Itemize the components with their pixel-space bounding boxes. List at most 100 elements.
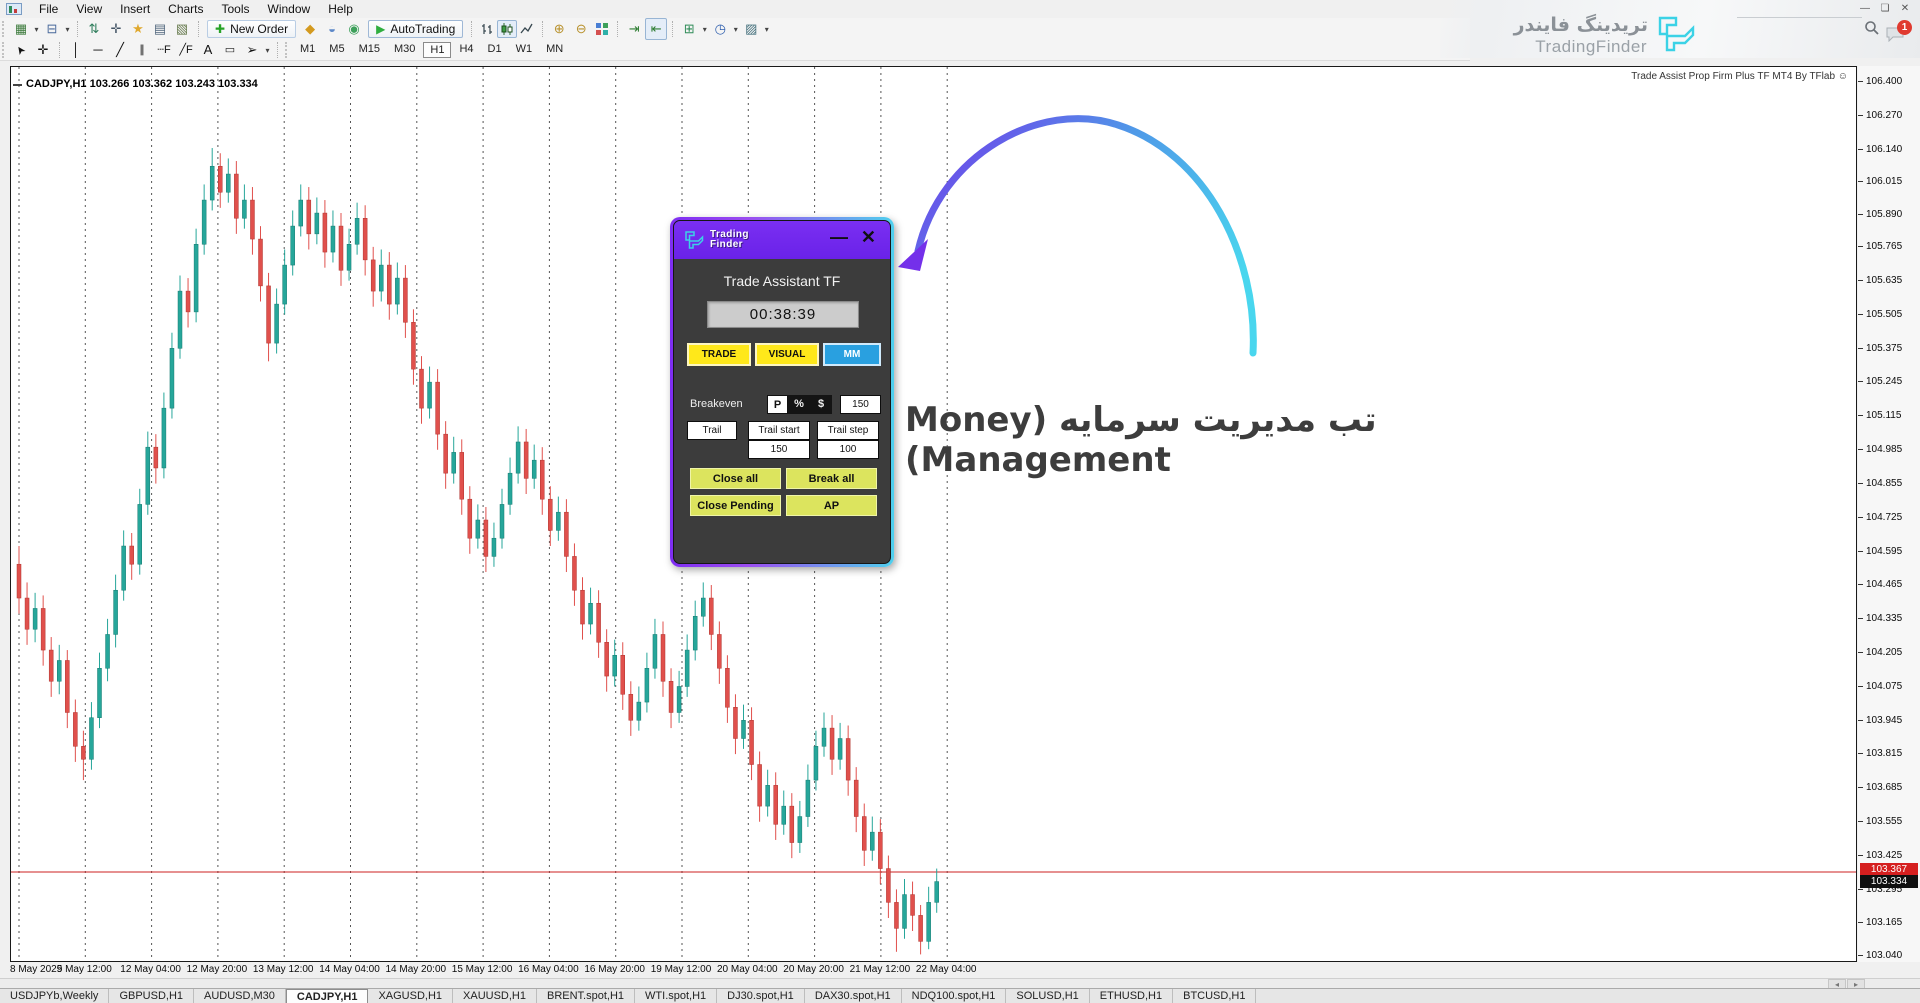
- menu-tools[interactable]: Tools: [213, 0, 259, 18]
- timeframe-m5[interactable]: M5: [323, 42, 350, 58]
- symbol-tab-dax30-spot-h1[interactable]: DAX30.spot,H1: [805, 989, 902, 1003]
- search-icon[interactable]: [1864, 20, 1880, 36]
- metaeditor-icon[interactable]: ◆: [299, 19, 321, 39]
- community-icon[interactable]: ◒: [321, 19, 343, 39]
- autotrading-button[interactable]: ▶ AutoTrading: [368, 20, 463, 38]
- new-order-button[interactable]: ✚ New Order: [207, 20, 296, 38]
- arrows-tool-icon[interactable]: ➢: [241, 40, 263, 60]
- date-axis[interactable]: 8 May 20259 May 12:0012 May 04:0012 May …: [10, 964, 1857, 977]
- smiley-icon[interactable]: ☺: [1838, 71, 1848, 82]
- new-chart-caret-icon[interactable]: ▾: [32, 25, 41, 34]
- signals-icon[interactable]: ◉: [343, 19, 365, 39]
- text-tool-icon[interactable]: A: [197, 40, 219, 60]
- timeframe-h1[interactable]: H1: [423, 42, 451, 58]
- close-all-button[interactable]: Close all: [690, 468, 781, 489]
- indicators-caret-icon[interactable]: ▾: [700, 25, 709, 34]
- timeframe-m30[interactable]: M30: [388, 42, 421, 58]
- data-window-icon[interactable]: ✛: [105, 19, 127, 39]
- chart-area[interactable]: [10, 66, 1857, 962]
- window-minimize-button[interactable]: —: [1856, 3, 1874, 14]
- menu-insert[interactable]: Insert: [111, 0, 159, 18]
- timeframe-m15[interactable]: M15: [353, 42, 386, 58]
- close-pending-button[interactable]: Close Pending: [690, 495, 781, 516]
- channel-tool-icon[interactable]: ∥: [131, 40, 153, 60]
- line-chart-type-icon[interactable]: [517, 20, 537, 38]
- tab-mm[interactable]: MM: [823, 343, 881, 366]
- toolbar-separator: [77, 21, 78, 37]
- templates-icon[interactable]: ▨: [740, 19, 762, 39]
- bar-chart-type-icon[interactable]: [477, 20, 497, 38]
- symbol-tab-usdjpyb-weekly[interactable]: USDJPYb,Weekly: [0, 989, 109, 1003]
- price-axis[interactable]: 106.400106.270106.140106.015105.890105.7…: [1858, 66, 1920, 962]
- trail-start-input[interactable]: 150: [748, 440, 810, 459]
- menu-window[interactable]: Window: [259, 0, 320, 18]
- symbol-tab-wti-spot-h1[interactable]: WTI.spot,H1: [635, 989, 717, 1003]
- panel-minimize-button[interactable]: —: [830, 228, 848, 246]
- symbol-tab-ndq100-spot-h1[interactable]: NDQ100.spot,H1: [902, 989, 1007, 1003]
- chart-scrollbar[interactable]: ◂ ▸: [0, 978, 1920, 988]
- window-close-button[interactable]: ✕: [1896, 3, 1914, 14]
- symbol-tab-gbpusd-h1[interactable]: GBPUSD,H1: [109, 989, 194, 1003]
- arrows-caret-icon[interactable]: ▾: [263, 46, 272, 55]
- zoom-out-icon[interactable]: ⊖: [570, 19, 592, 39]
- tab-visual[interactable]: VISUAL: [755, 343, 819, 366]
- timeframe-h4[interactable]: H4: [453, 42, 479, 58]
- market-watch-icon[interactable]: ⇅: [83, 19, 105, 39]
- fibonacci-fan-tool-icon[interactable]: ╱F: [175, 40, 197, 60]
- strategy-tester-icon[interactable]: ▧: [171, 19, 193, 39]
- breakeven-mode-points[interactable]: P: [767, 395, 788, 414]
- vertical-line-tool-icon[interactable]: │: [65, 40, 87, 60]
- crosshair-tool-icon[interactable]: ✛: [32, 40, 54, 60]
- price-tick-label: 105.245: [1866, 376, 1902, 387]
- breakeven-mode-percent[interactable]: %: [788, 395, 810, 414]
- date-tick-label: 12 May 04:00: [119, 964, 183, 975]
- symbol-tab-xauusd-h1[interactable]: XAUUSD,H1: [453, 989, 537, 1003]
- symbol-tab-brent-spot-h1[interactable]: BRENT.spot,H1: [537, 989, 635, 1003]
- trail-button[interactable]: Trail: [687, 421, 737, 440]
- symbol-tab-solusd-h1[interactable]: SOLUSD,H1: [1006, 989, 1089, 1003]
- text-label-tool-icon[interactable]: ▭: [219, 40, 241, 60]
- break-all-button[interactable]: Break all: [786, 468, 877, 489]
- menu-view[interactable]: View: [67, 0, 111, 18]
- tile-windows-icon[interactable]: [592, 20, 612, 38]
- window-restore-button[interactable]: ❏: [1876, 3, 1894, 14]
- trail-step-input[interactable]: 100: [817, 440, 879, 459]
- navigator-icon[interactable]: ★: [127, 19, 149, 39]
- trade-assistant-panel[interactable]: Trading Finder — ✕ Trade Assistant TF 00…: [670, 217, 894, 567]
- zoom-in-icon[interactable]: ⊕: [548, 19, 570, 39]
- indicators-icon[interactable]: ⊞: [678, 19, 700, 39]
- fibonacci-tool-icon[interactable]: ┄F: [153, 40, 175, 60]
- auto-scroll-icon[interactable]: ⇥: [623, 19, 645, 39]
- breakeven-value-input[interactable]: 150: [840, 395, 881, 414]
- trendline-tool-icon[interactable]: ╱: [109, 40, 131, 60]
- profiles-caret-icon[interactable]: ▾: [63, 25, 72, 34]
- timeframe-mn[interactable]: MN: [540, 42, 569, 58]
- symbol-tab-audusd-m30[interactable]: AUDUSD,M30: [194, 989, 286, 1003]
- trade-assistant-header[interactable]: Trading Finder — ✕: [674, 221, 890, 259]
- tab-trade[interactable]: TRADE: [687, 343, 751, 366]
- profiles-icon[interactable]: ⊟: [41, 19, 63, 39]
- symbol-tab-ethusd-h1[interactable]: ETHUSD,H1: [1090, 989, 1173, 1003]
- candlestick-chart-type-icon[interactable]: [497, 20, 517, 38]
- horizontal-line-tool-icon[interactable]: ─: [87, 40, 109, 60]
- symbol-tab-btcusd-h1[interactable]: BTCUSD,H1: [1173, 989, 1256, 1003]
- menu-charts[interactable]: Charts: [159, 0, 212, 18]
- timeframe-d1[interactable]: D1: [482, 42, 508, 58]
- breakeven-mode-dollar[interactable]: $: [810, 395, 832, 414]
- menu-file[interactable]: File: [30, 0, 67, 18]
- symbol-tab-bar: USDJPYb,WeeklyGBPUSD,H1AUDUSD,M30CADJPY,…: [0, 988, 1920, 1003]
- symbol-tab-cadjpy-h1[interactable]: CADJPY,H1: [286, 989, 369, 1003]
- periods-icon[interactable]: ◷: [709, 19, 731, 39]
- menu-help[interactable]: Help: [319, 0, 362, 18]
- ap-button[interactable]: AP: [786, 495, 877, 516]
- breakeven-label: Breakeven: [690, 398, 743, 410]
- terminal-icon[interactable]: ▤: [149, 19, 171, 39]
- timeframe-m1[interactable]: M1: [294, 42, 321, 58]
- symbol-tab-dj30-spot-h1[interactable]: DJ30.spot,H1: [717, 989, 805, 1003]
- chart-shift-icon[interactable]: ⇤: [645, 18, 667, 40]
- templates-caret-icon[interactable]: ▾: [762, 25, 771, 34]
- symbol-tab-xagusd-h1[interactable]: XAGUSD,H1: [368, 989, 453, 1003]
- periods-caret-icon[interactable]: ▾: [731, 25, 740, 34]
- timeframe-w1[interactable]: W1: [510, 42, 539, 58]
- panel-close-button[interactable]: ✕: [861, 228, 876, 246]
